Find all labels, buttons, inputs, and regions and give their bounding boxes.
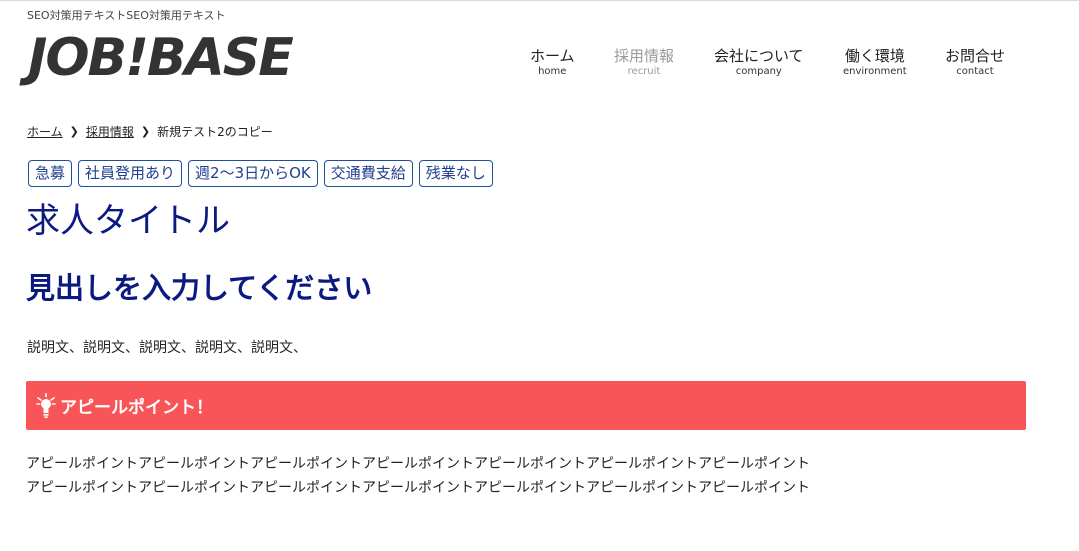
nav-item-sublabel: company xyxy=(735,66,782,77)
breadcrumb-current: 新規テスト2のコピー xyxy=(157,125,273,139)
main-nav: ホーム home 採用情報 recruit 会社について company 働く環… xyxy=(0,46,1079,86)
top-divider xyxy=(0,0,1079,1)
tag-urgent: 急募 xyxy=(28,160,73,187)
nav-item-sublabel: home xyxy=(538,66,567,77)
lightbulb-icon xyxy=(36,392,56,418)
nav-item-environment[interactable]: 働く環境 environment xyxy=(843,46,907,78)
nav-item-label: 採用情報 xyxy=(614,47,675,65)
tag-employee-promotion: 社員登用あり xyxy=(78,160,183,187)
nav-item-sublabel: recruit xyxy=(627,66,661,77)
breadcrumb: ホーム ❯ 採用情報 ❯ 新規テスト2のコピー xyxy=(27,124,273,140)
seo-text: SEO対策用テキストSEO対策用テキスト xyxy=(27,9,226,22)
nav-item-home[interactable]: ホーム home xyxy=(530,46,575,78)
job-description: 説明文、説明文、説明文、説明文、説明文、 xyxy=(27,340,307,356)
chevron-right-icon: ❯ xyxy=(140,125,151,138)
appeal-line: アピールポイントアピールポイントアピールポイントアピールポイントアピールポイント… xyxy=(26,480,810,496)
chevron-right-icon: ❯ xyxy=(69,125,79,138)
nav-item-sublabel: contact xyxy=(956,66,994,77)
job-heading: 見出しを入力してください xyxy=(26,271,373,305)
breadcrumb-recruit-link[interactable]: 採用情報 xyxy=(86,124,134,140)
nav-item-label: 会社について xyxy=(714,47,804,65)
job-title: 求人タイトル xyxy=(26,201,230,241)
nav-item-label: お問合せ xyxy=(945,47,1006,65)
job-tags: 急募 社員登用あり 週2〜3日からOK 交通費支給 残業なし xyxy=(28,160,493,187)
nav-item-label: 働く環境 xyxy=(844,47,905,65)
nav-item-company[interactable]: 会社について company xyxy=(714,46,804,78)
appeal-line: アピールポイントアピールポイントアピールポイントアピールポイントアピールポイント… xyxy=(26,456,810,472)
appeal-title: アピールポイント！ xyxy=(60,398,213,418)
nav-item-recruit[interactable]: 採用情報 recruit xyxy=(614,46,674,78)
breadcrumb-home-link[interactable]: ホーム xyxy=(27,124,63,140)
appeal-body: アピールポイントアピールポイントアピールポイントアピールポイントアピールポイント… xyxy=(26,452,810,500)
tag-schedule: 週2〜3日からOK xyxy=(188,160,318,187)
nav-item-sublabel: environment xyxy=(843,66,907,77)
nav-item-label: ホーム xyxy=(530,47,575,65)
nav-item-contact[interactable]: お問合せ contact xyxy=(945,46,1005,78)
tag-no-overtime: 残業なし xyxy=(418,160,493,187)
tag-transport: 交通費支給 xyxy=(323,160,413,187)
appeal-header: アピールポイント！ xyxy=(26,381,1026,430)
